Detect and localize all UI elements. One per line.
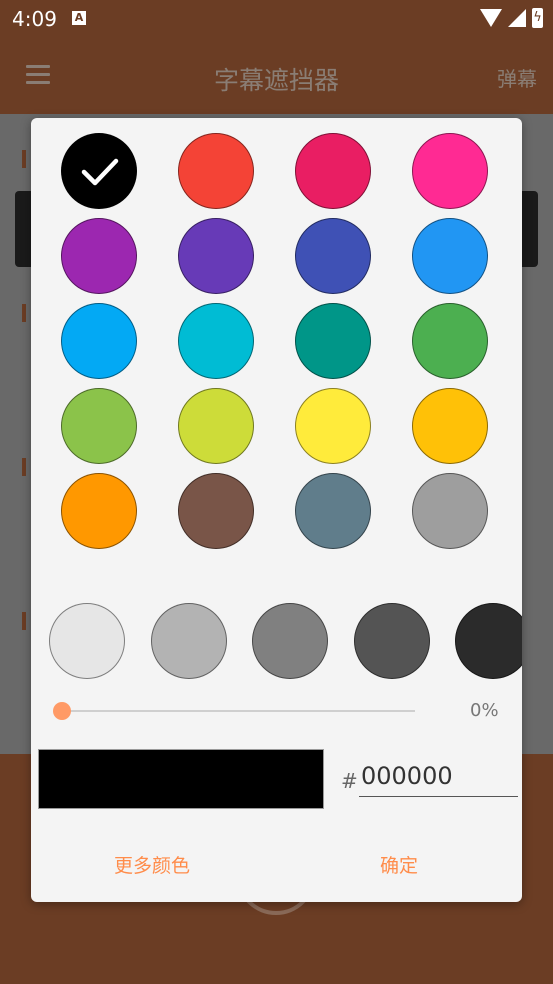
color-swatch[interactable] <box>178 473 254 549</box>
battery-charging-icon <box>532 8 543 28</box>
shade-swatch[interactable] <box>49 603 125 679</box>
confirm-button[interactable]: 确定 <box>380 851 418 878</box>
color-swatch[interactable] <box>295 133 371 209</box>
hex-input[interactable] <box>359 756 518 797</box>
shade-swatch[interactable] <box>353 603 430 679</box>
checkmark-icon <box>62 134 138 210</box>
color-picker-dialog: 0% # 更多颜色 确定 <box>31 118 522 902</box>
danmaku-action[interactable]: 弹幕 <box>497 63 537 92</box>
status-icons <box>480 8 543 28</box>
color-swatch[interactable] <box>412 218 488 294</box>
shade-swatch[interactable] <box>455 603 522 679</box>
color-swatch[interactable] <box>412 133 488 209</box>
color-swatch[interactable] <box>412 303 488 379</box>
color-swatch[interactable] <box>61 133 137 209</box>
transparency-value: 0% <box>470 700 499 721</box>
color-swatch[interactable] <box>61 473 137 549</box>
background-tick <box>22 150 26 168</box>
color-swatch[interactable] <box>295 388 371 464</box>
status-bar: 4:09 A <box>0 0 553 37</box>
shade-swatch[interactable] <box>252 603 328 679</box>
background-tick <box>22 304 26 322</box>
hex-prefix: # <box>341 769 358 793</box>
color-swatch[interactable] <box>178 133 254 209</box>
shade-row <box>31 603 522 683</box>
color-swatch[interactable] <box>295 303 371 379</box>
transparency-slider-track[interactable] <box>61 710 415 712</box>
status-time: 4:09 <box>12 7 57 31</box>
color-swatch[interactable] <box>178 303 254 379</box>
color-swatch[interactable] <box>412 473 488 549</box>
color-swatch[interactable] <box>61 303 137 379</box>
wifi-icon <box>480 9 502 27</box>
background-tick <box>22 458 26 476</box>
transparency-slider-thumb[interactable] <box>53 702 71 720</box>
color-swatch[interactable] <box>61 388 137 464</box>
color-swatch[interactable] <box>61 218 137 294</box>
color-swatch[interactable] <box>178 388 254 464</box>
color-swatch[interactable] <box>412 388 488 464</box>
cellular-signal-icon <box>508 9 526 27</box>
app-bar: 字幕遮挡器 弹幕 <box>0 37 553 114</box>
color-swatch[interactable] <box>295 473 371 549</box>
color-swatch[interactable] <box>178 218 254 294</box>
color-swatch[interactable] <box>295 218 371 294</box>
notification-icon: A <box>72 11 86 25</box>
app-title: 字幕遮挡器 <box>213 66 339 95</box>
background-tick <box>22 612 26 630</box>
color-preview <box>38 749 324 809</box>
shade-swatch[interactable] <box>150 603 227 679</box>
more-colors-button[interactable]: 更多颜色 <box>114 851 190 878</box>
